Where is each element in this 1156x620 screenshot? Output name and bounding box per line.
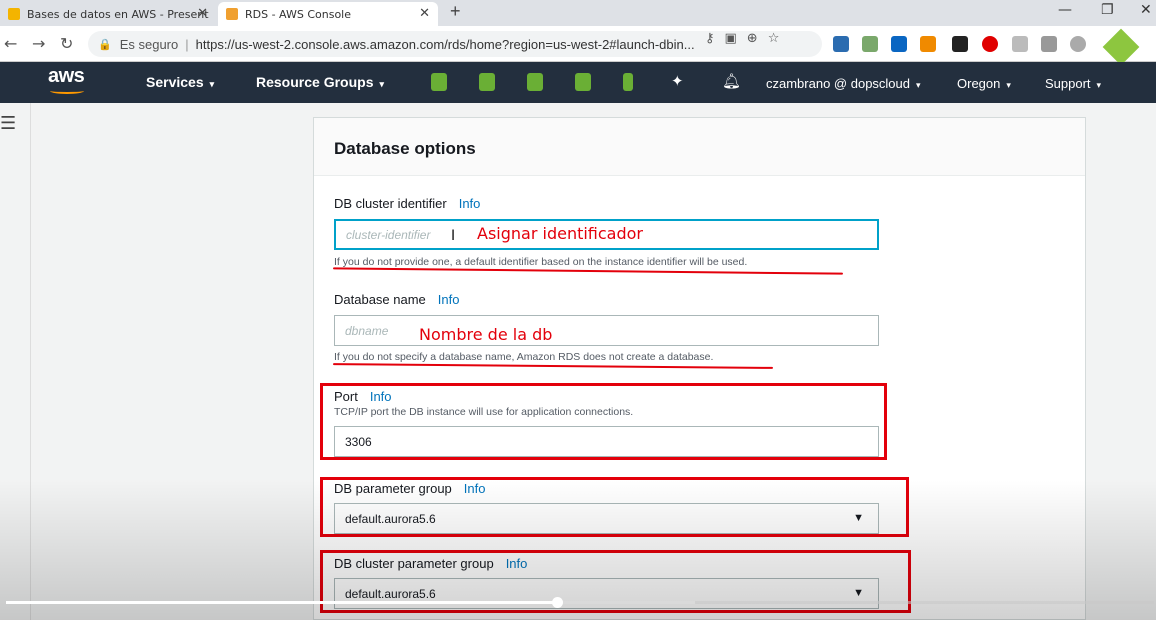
extension-icon[interactable] (1041, 36, 1057, 52)
extension-icon[interactable] (1012, 36, 1028, 52)
extension-icon[interactable] (920, 36, 936, 52)
video-seek-handle[interactable] (552, 597, 564, 608)
tab-title: Bases de datos en AWS - Present (27, 7, 209, 21)
info-link[interactable]: Info (438, 292, 460, 307)
minimize-icon[interactable]: — (1058, 2, 1072, 18)
extension-icon[interactable] (952, 36, 968, 52)
service-shortcut-icon[interactable] (479, 73, 495, 91)
info-link[interactable]: Info (459, 196, 481, 211)
browser-tab-strip: Bases de datos en AWS - Present ✕ RDS - … (0, 0, 1156, 26)
support-menu[interactable]: Support ▾ (1045, 76, 1101, 91)
service-shortcut-icon[interactable] (431, 73, 447, 91)
panel-header: Database options (314, 118, 1085, 176)
linkedin-icon[interactable] (891, 36, 907, 52)
address-bar: ← → ↻ 🔒 Es seguro | https://us-west-2.co… (0, 26, 1156, 62)
tab-title: RDS - AWS Console (245, 7, 352, 21)
aws-logo-text: aws (48, 65, 85, 87)
annotation-box-port (320, 383, 887, 460)
input-placeholder: dbname (345, 323, 389, 338)
account-label: czambrano @ dopscloud (766, 76, 910, 91)
database-name-label: Database name Info (334, 292, 459, 307)
extension-icon[interactable] (833, 36, 849, 52)
resource-groups-menu[interactable]: Resource Groups ▾ (256, 74, 384, 90)
database-options-panel: Database options (313, 117, 1086, 620)
slides-favicon-icon (8, 8, 20, 20)
secure-label: Es seguro (119, 36, 179, 52)
cluster-identifier-label: DB cluster identifier Info (334, 196, 480, 211)
reload-icon[interactable]: ↻ (60, 34, 73, 53)
extension-icon[interactable] (1070, 36, 1086, 52)
field-label: Database name (334, 292, 426, 307)
opera-icon[interactable] (982, 36, 998, 52)
database-name-input[interactable]: dbname (334, 315, 879, 346)
service-shortcut-icon[interactable] (575, 73, 591, 91)
text-cursor-icon: I (451, 228, 456, 244)
dbname-annotation: Nombre de la db (419, 325, 553, 344)
chevron-down-icon: ▾ (916, 80, 921, 90)
services-menu[interactable]: Services ▾ (146, 74, 214, 90)
database-name-hint: If you do not specify a database name, A… (334, 351, 714, 363)
url-separator: | (185, 36, 189, 52)
restore-icon[interactable]: ❐ (1101, 2, 1114, 18)
field-label: DB cluster identifier (334, 196, 447, 211)
sidebar-divider (30, 103, 31, 620)
account-menu[interactable]: czambrano @ dopscloud ▾ (766, 76, 921, 91)
close-tab-icon[interactable]: ✕ (419, 6, 430, 21)
region-menu[interactable]: Oregon ▾ (957, 76, 1011, 91)
pin-icon[interactable]: ✦ (671, 72, 684, 90)
chevron-down-icon: ▾ (1096, 80, 1102, 90)
url-text: https://us-west-2.console.aws.amazon.com… (195, 36, 695, 52)
aws-logo[interactable]: aws (48, 65, 85, 94)
region-label: Oregon (957, 76, 1001, 91)
browser-tab[interactable]: Bases de datos en AWS - Present ✕ (0, 2, 216, 26)
chevron-down-icon: ▾ (209, 79, 215, 89)
back-icon[interactable]: ← (4, 34, 17, 53)
close-tab-icon[interactable]: ✕ (197, 6, 208, 21)
chevron-down-icon: ▾ (379, 79, 385, 89)
lock-icon: 🔒 (98, 38, 112, 51)
browser-tab-active[interactable]: RDS - AWS Console ✕ (218, 2, 438, 26)
extension-icon[interactable] (862, 36, 878, 52)
service-shortcut-icon[interactable] (527, 73, 543, 91)
forward-icon[interactable]: → (32, 34, 45, 53)
bell-icon[interactable]: 🔔︎ (722, 72, 741, 90)
video-progress-bar (6, 601, 558, 604)
new-tab-icon[interactable]: + (450, 1, 461, 22)
cluster-identifier-hint: If you do not provide one, a default ide… (334, 256, 748, 268)
service-shortcut-icon[interactable] (623, 73, 633, 91)
chevron-down-icon: ▾ (1006, 80, 1011, 90)
support-label: Support (1045, 76, 1091, 91)
resource-groups-label: Resource Groups (256, 74, 374, 90)
services-label: Services (146, 74, 204, 90)
identifier-annotation: Asignar identificador (477, 224, 643, 243)
close-window-icon[interactable]: ✕ (1140, 2, 1152, 18)
annotation-box-parameter-group (320, 477, 909, 537)
panel-title: Database options (334, 139, 476, 158)
aws-smile-icon (50, 88, 84, 94)
input-placeholder: cluster-identifier (346, 227, 431, 242)
aws-favicon-icon (226, 8, 238, 20)
aws-top-nav: aws Services ▾ Resource Groups ▾ ✦ 🔔︎ czam… (0, 62, 1156, 103)
menu-icon[interactable]: ☰ (0, 113, 16, 134)
